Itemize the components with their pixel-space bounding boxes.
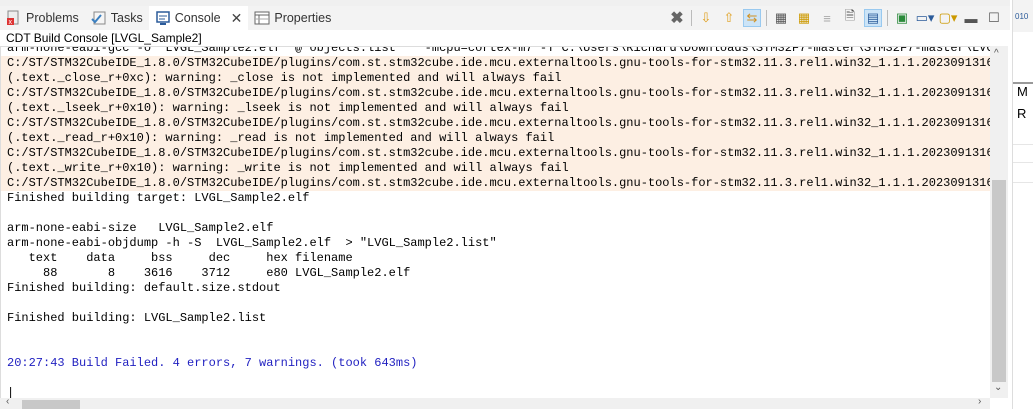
pin-console-icon[interactable]: ▣ — [893, 9, 911, 27]
terminate-icon[interactable]: ✖ — [668, 9, 686, 27]
scroll-thumb[interactable] — [22, 400, 80, 409]
console-line: (.text._close_r+0xc): warning: _close is… — [1, 71, 990, 86]
console-line: C:/ST/STM32CubeIDE_1.8.0/STM32CubeIDE/pl… — [1, 56, 990, 71]
close-icon[interactable]: ✕ — [231, 10, 243, 27]
tab-console[interactable]: Console ✕ — [148, 6, 249, 30]
console-line: | — [7, 386, 15, 398]
console-line: (.text._read_r+0x10): warning: _read is … — [1, 131, 990, 146]
word-wrap-icon[interactable]: ≡ — [818, 9, 836, 27]
tab-problems[interactable]: x Problems — [0, 6, 85, 30]
right-panel-item[interactable]: R — [1017, 106, 1026, 121]
console-line: (.text._lseek_r+0x10): warning: _lseek i… — [1, 101, 990, 116]
console-line: 20:27:43 Build Failed. 4 errors, 7 warni… — [7, 356, 418, 370]
console-line: arm-none-eabi-size LVGL_Sample2.elf — [7, 221, 274, 235]
console-line: C:/ST/STM32CubeIDE_1.8.0/STM32CubeIDE/pl… — [1, 146, 990, 161]
scroll-lock-icon[interactable]: ▦ — [772, 9, 790, 27]
maximize-icon[interactable]: ☐ — [985, 9, 1003, 27]
binary-icon[interactable]: 010 — [1015, 12, 1028, 21]
console-line: C:/ST/STM32CubeIDE_1.8.0/STM32CubeIDE/pl… — [1, 176, 990, 191]
show-console-icon[interactable]: ▤ — [864, 9, 882, 27]
tab-properties[interactable]: Properties — [248, 6, 337, 30]
separator — [766, 10, 767, 26]
console-line: text data bss dec hex filename — [7, 251, 353, 265]
console-line: C:/ST/STM32CubeIDE_1.8.0/STM32CubeIDE/pl… — [1, 116, 990, 131]
link-with-editor-icon[interactable]: ⇆ — [743, 9, 761, 27]
scroll-left-icon[interactable]: ‹ — [6, 396, 9, 407]
scroll-right-icon[interactable]: › — [978, 396, 981, 407]
console-line: Finished building target: LVGL_Sample2.e… — [7, 191, 310, 205]
minimize-icon[interactable]: ▬ — [962, 9, 980, 27]
console-icon — [155, 10, 171, 26]
console-line: Finished building: default.size.stdout — [7, 281, 281, 295]
console-toolbar: ✖ ⇩ ⇧ ⇆ ▦ ▦ ≡ 🗎 ▤ ▣ ▭▾ ▢▾ ▬ ☐ — [668, 8, 1003, 27]
tab-label: Tasks — [110, 11, 143, 25]
scroll-up-icon[interactable]: ^ — [994, 48, 999, 59]
display-console-icon[interactable]: ▭▾ — [916, 9, 935, 27]
clear-console-icon[interactable]: 🗎 — [841, 8, 859, 27]
horizontal-scrollbar[interactable]: ‹ › — [0, 396, 990, 409]
divider — [1013, 144, 1033, 145]
console-line: C:/ST/STM32CubeIDE_1.8.0/STM32CubeIDE/pl… — [1, 86, 990, 101]
right-panel: 010 M R — [1012, 0, 1033, 409]
next-error-icon[interactable]: ⇩ — [697, 9, 715, 27]
console-line: arm-none-eabi-objdump -h -S LVGL_Sample2… — [7, 236, 497, 250]
console-output[interactable]: arm-none-eabi-gcc -o "LVGL_Sample2.elf" … — [0, 46, 990, 398]
console-line: arm-none-eabi-gcc -o "LVGL_Sample2.elf" … — [7, 46, 990, 55]
console-title: CDT Build Console [LVGL_Sample2] — [0, 30, 1010, 46]
console-line: 88 8 3616 3712 e80 LVGL_Sample2.elf — [7, 266, 411, 280]
tab-label: Console — [174, 11, 221, 25]
tasks-icon — [91, 10, 107, 26]
tab-tasks[interactable]: Tasks — [85, 6, 149, 30]
properties-icon — [254, 10, 270, 26]
svg-text:x: x — [9, 19, 13, 26]
scroll-thumb[interactable] — [992, 180, 1006, 382]
open-console-icon[interactable]: ▢▾ — [939, 9, 958, 27]
tab-label: Problems — [26, 11, 79, 25]
separator — [691, 10, 692, 26]
scroll-down-icon[interactable]: ⌄ — [994, 382, 1002, 393]
word-wrap-lock-icon[interactable]: ▦ — [795, 9, 813, 27]
divider — [1013, 162, 1033, 163]
right-panel-toolbar: 010 — [1013, 0, 1033, 32]
divider — [1013, 182, 1033, 183]
problems-icon: x — [6, 10, 22, 26]
separator — [887, 10, 888, 26]
console-line: Finished building: LVGL_Sample2.list — [7, 311, 267, 325]
tab-label: Properties — [274, 11, 332, 25]
vertical-scrollbar[interactable]: ^ ⌄ — [990, 46, 1008, 398]
console-line: (.text._write_r+0x10): warning: _write i… — [1, 161, 990, 176]
previous-error-icon[interactable]: ⇧ — [720, 9, 738, 27]
right-panel-tab[interactable]: M — [1017, 84, 1028, 99]
